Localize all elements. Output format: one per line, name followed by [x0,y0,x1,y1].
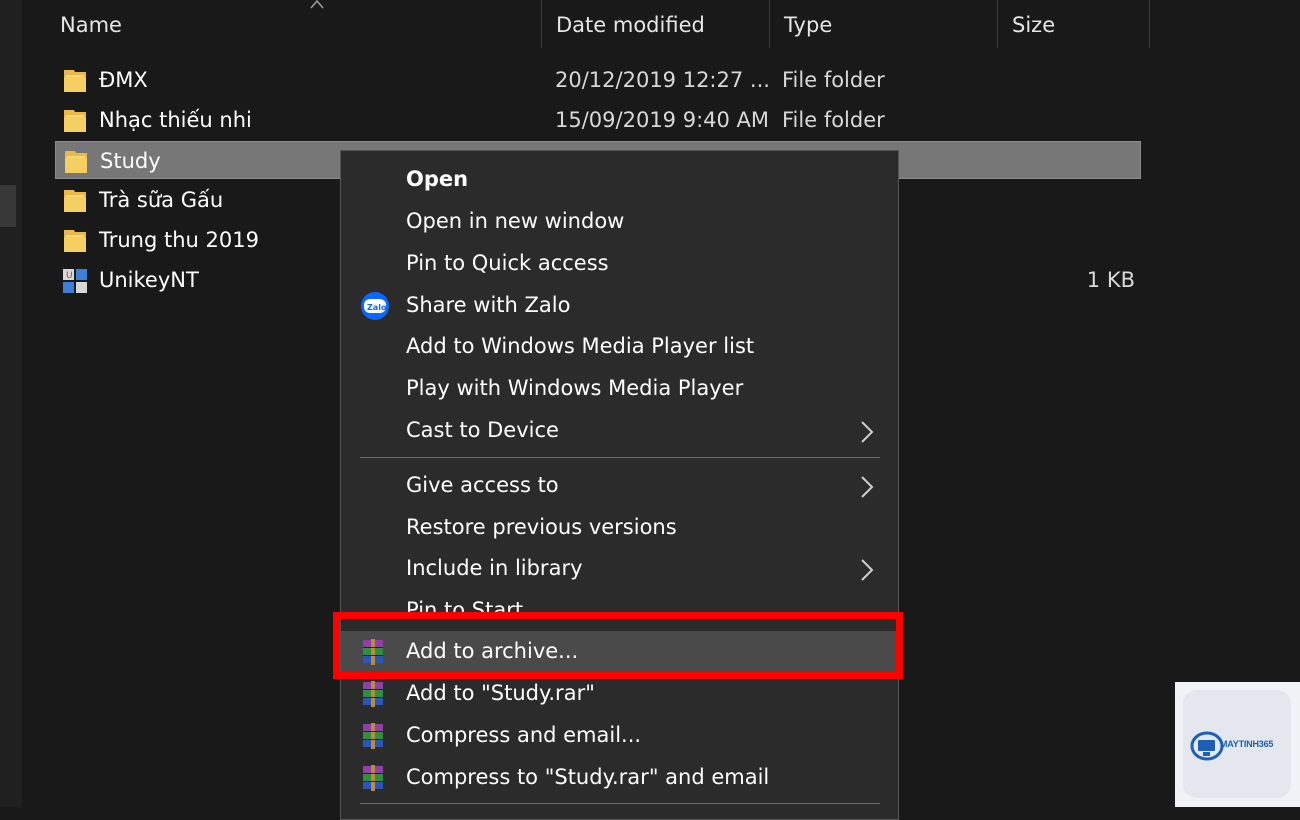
column-header-name[interactable]: Name [46,0,541,50]
menu-item-label: Cast to Device [406,418,559,442]
file-date-modified: 15/09/2019 9:40 AM [555,108,770,132]
submenu-chevron-right-icon [861,476,874,498]
menu-separator [360,803,880,804]
menu-item-label: Pin to Quick access [406,251,609,275]
menu-item[interactable]: Compress and email... [341,715,898,756]
file-type: File folder [782,108,885,132]
watermark-brand-text: MAYTINH365 [1220,739,1274,749]
folder-icon [64,70,86,92]
navigation-scroll-thumb[interactable] [0,185,16,227]
menu-item[interactable]: Restore previous versions [341,507,898,548]
menu-item-label: Restore previous versions [406,515,677,539]
file-name: ĐMX [99,68,148,92]
file-size: 1 KB [1086,268,1135,292]
column-separator[interactable] [1149,0,1150,48]
highlight-annotation-box [333,612,903,679]
folder-icon [65,151,87,173]
menu-item-label: Add to "Study.rar" [406,681,595,705]
watermark: MAYTINH365 [1175,682,1300,807]
menu-item[interactable]: Open [341,159,898,200]
file-name: Nhạc thiếu nhi [99,108,252,132]
submenu-chevron-right-icon [861,421,874,443]
column-header-size[interactable]: Size [998,0,1149,50]
menu-item-label: Compress and email... [406,723,642,747]
menu-item-label: Share with Zalo [406,293,571,317]
menu-item[interactable]: Compress to "Study.rar" and email [341,757,898,798]
menu-item[interactable]: Open in new window [341,201,898,242]
menu-item[interactable]: Zalo Share with Zalo [341,285,898,326]
file-date-modified: 20/12/2019 12:27 ... [555,68,770,92]
zalo-icon: Zalo [361,292,389,320]
svg-text:Zalo: Zalo [367,303,387,312]
winrar-icon [363,765,383,791]
menu-item-label: Compress to "Study.rar" and email [406,765,770,789]
unikey-app-icon: U [63,269,87,293]
column-header-date-modified[interactable]: Date modified [542,0,769,50]
menu-item[interactable]: Include in library [341,548,898,589]
menu-item-label: Give access to [406,473,559,497]
file-name: UnikeyNT [99,268,199,292]
file-name: Study [100,149,161,173]
menu-item[interactable]: Add to "Study.rar" [341,673,898,714]
file-type: File folder [782,68,885,92]
folder-icon [64,110,86,132]
menu-item[interactable]: Pin to Quick access [341,243,898,284]
menu-item-label: Add to Windows Media Player list [406,334,755,358]
column-header-bar: Name Date modified Type Size [22,0,1300,50]
submenu-chevron-right-icon [861,559,874,581]
navigation-pane-edge [0,0,22,807]
menu-item[interactable]: Give access to [341,465,898,506]
file-name: Trà sữa Gấu [99,188,224,212]
menu-item-label: Include in library [406,556,583,580]
menu-item-label: Open [406,167,469,191]
winrar-icon [363,723,383,749]
context-menu: Open Open in new window Pin to Quick acces… [340,150,899,820]
winrar-icon [363,681,383,707]
menu-item[interactable]: Cast to Device [341,410,898,451]
file-name: Trung thu 2019 [99,228,259,252]
svg-text:U: U [66,271,73,281]
menu-item[interactable]: Play with Windows Media Player [341,368,898,409]
folder-icon [64,190,86,212]
column-header-type[interactable]: Type [770,0,997,50]
menu-item[interactable]: Add to Windows Media Player list [341,326,898,367]
file-row[interactable]: Nhạc thiếu nhi 15/09/2019 9:40 AM File fol… [55,101,1141,139]
menu-item-label: Play with Windows Media Player [406,376,744,400]
folder-icon [64,230,86,252]
file-row[interactable]: ĐMX 20/12/2019 12:27 ... File folder [55,61,1141,99]
sort-ascending-icon [310,0,324,9]
menu-separator [360,457,880,458]
menu-item-label: Open in new window [406,209,625,233]
